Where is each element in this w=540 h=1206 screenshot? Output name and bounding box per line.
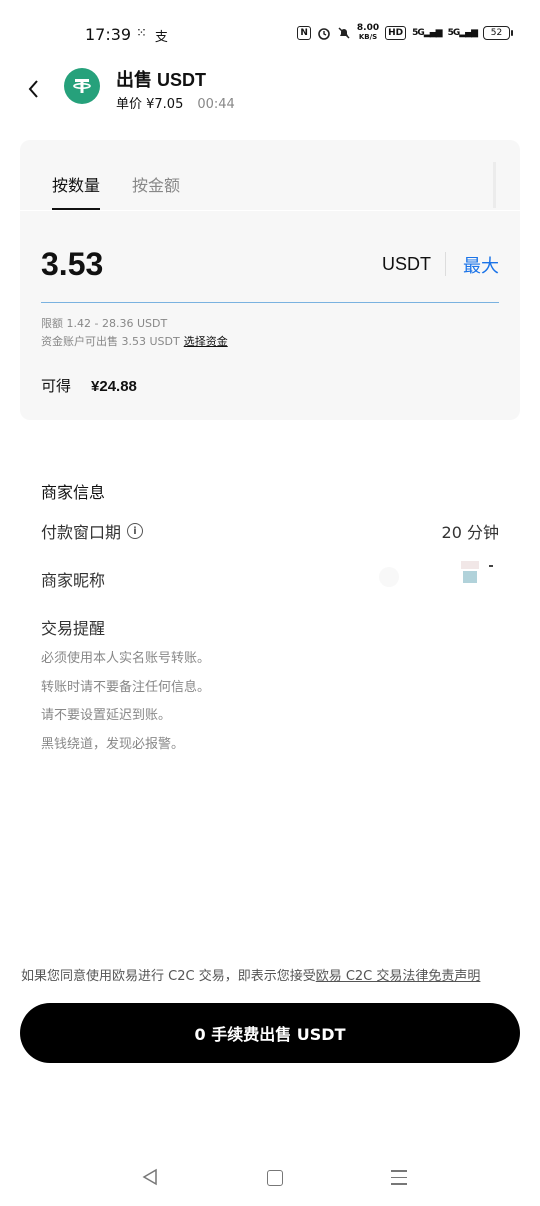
tab-scroll-edge [493, 162, 496, 208]
app-notification-icon: ⁙ [136, 26, 147, 41]
net-speed-value: 8.00 [356, 23, 380, 33]
amount-input-underline [41, 302, 499, 303]
menu-line [391, 1170, 407, 1172]
header-subtitle: 单价 ¥7.05 00:44 [116, 93, 235, 112]
info-icon[interactable]: i [127, 523, 144, 539]
available-text: 资金账户可出售 3.53 USDT [41, 335, 180, 348]
trade-tip: 转账时请不要备注任何信息。 [41, 680, 211, 695]
battery-icon: 52 [483, 26, 513, 40]
page-title: 出售 USDT [116, 70, 206, 90]
countdown-timer: 00:44 [197, 97, 235, 112]
payment-window-label: 付款窗口期 [41, 523, 122, 542]
signal-label-2: 5G [447, 28, 461, 38]
mute-bell-icon [338, 27, 350, 39]
receive-value: ¥24.88 [91, 378, 137, 395]
amount-input-row[interactable]: 3.53 USDT 最大 [41, 242, 499, 302]
back-button[interactable] [22, 74, 48, 104]
amount-mode-tabs: 按数量 按金额 [52, 172, 180, 210]
redaction-block-2 [463, 571, 477, 583]
hd-icon: HD [385, 26, 407, 40]
tab-by-quantity[interactable]: 按数量 [52, 172, 101, 210]
merchant-nickname-label: 商家昵称 [41, 571, 106, 590]
max-button[interactable]: 最大 [463, 252, 499, 278]
receive-row: 可得 ¥24.88 [41, 375, 137, 396]
disclaimer: 如果您同意使用欧易进行 C2C 交易，即表示您接受欧易 C2C 交易法律免责声明 [21, 965, 480, 984]
page-header: 出售 USDT 单价 ¥7.05 00:44 [0, 60, 540, 120]
status-left-icons: ⁙ 支 [136, 26, 168, 45]
signal-label: 5G [412, 28, 425, 38]
alarm-icon [318, 28, 330, 40]
trade-tip: 黑钱绕道，发现必报警。 [41, 737, 185, 752]
system-nav-bar [0, 1150, 540, 1206]
nav-home-icon[interactable] [267, 1170, 283, 1186]
nav-menu-icon[interactable] [391, 1170, 407, 1186]
chevron-left-icon [28, 80, 38, 98]
usdt-coin-icon [64, 68, 100, 104]
available-balance: 资金账户可出售 3.53 USDT 选择资金 [41, 333, 228, 349]
tab-by-amount[interactable]: 按金额 [132, 172, 180, 206]
signal-5g-icon-2: 5G▂▄▆ [447, 28, 478, 38]
merchant-nickname-row: 商家昵称 [41, 561, 499, 591]
tab-divider [20, 210, 520, 211]
amount-unit: USDT [382, 254, 431, 274]
receive-label: 可得 [41, 377, 72, 395]
menu-line [391, 1183, 407, 1185]
amount-input[interactable]: 3.53 [41, 246, 103, 283]
signal-5g-icon: 5G▂▄▆ [412, 28, 442, 38]
order-card: 按数量 按金额 3.53 USDT 最大 限额 1.42 - 28.36 USD… [20, 140, 520, 420]
payment-window-row: 付款窗口期 i 20 分钟 [41, 519, 499, 543]
nav-back-icon[interactable] [141, 1168, 159, 1186]
select-funds-link[interactable]: 选择资金 [184, 335, 228, 348]
payment-window-label-wrap: 付款窗口期 i [41, 519, 144, 543]
net-speed-unit: KB/S [358, 33, 378, 41]
unit-price: 单价 ¥7.05 [116, 97, 184, 112]
status-time: 17:39 [85, 25, 132, 44]
trade-tip: 必须使用本人实名账号转账。 [41, 651, 211, 666]
payment-window-value: 20 分钟 [441, 523, 499, 542]
net-speed: 8.00 KB/S [357, 24, 379, 42]
disclaimer-text: 如果您同意使用欧易进行 C2C 交易，即表示您接受 [21, 969, 316, 984]
redaction-block-1 [461, 561, 479, 569]
trade-tips-title: 交易提醒 [41, 619, 106, 638]
limit-text: 限额 1.42 - 28.36 USDT [41, 317, 168, 330]
nickname-blur-left [379, 567, 399, 587]
disclaimer-link[interactable]: 欧易 C2C 交易法律免责声明 [316, 969, 481, 984]
tether-icon [73, 79, 91, 93]
alipay-notification-icon: 支 [154, 30, 168, 45]
nfc-icon: N [297, 26, 311, 40]
unit-separator [445, 252, 446, 276]
status-right-icons: N 8.00 KB/S HD 5G▂▄▆ 5G▂▄▆ 52 [297, 24, 513, 42]
merchant-section-title: 商家信息 [41, 483, 106, 502]
merchant-nickname-redacted[interactable] [459, 561, 499, 591]
redaction-block-3 [489, 565, 493, 567]
trade-tip: 请不要设置延迟到账。 [41, 708, 172, 723]
menu-line [391, 1176, 407, 1178]
sell-usdt-button[interactable]: 0 手续费出售 USDT [20, 1003, 520, 1063]
